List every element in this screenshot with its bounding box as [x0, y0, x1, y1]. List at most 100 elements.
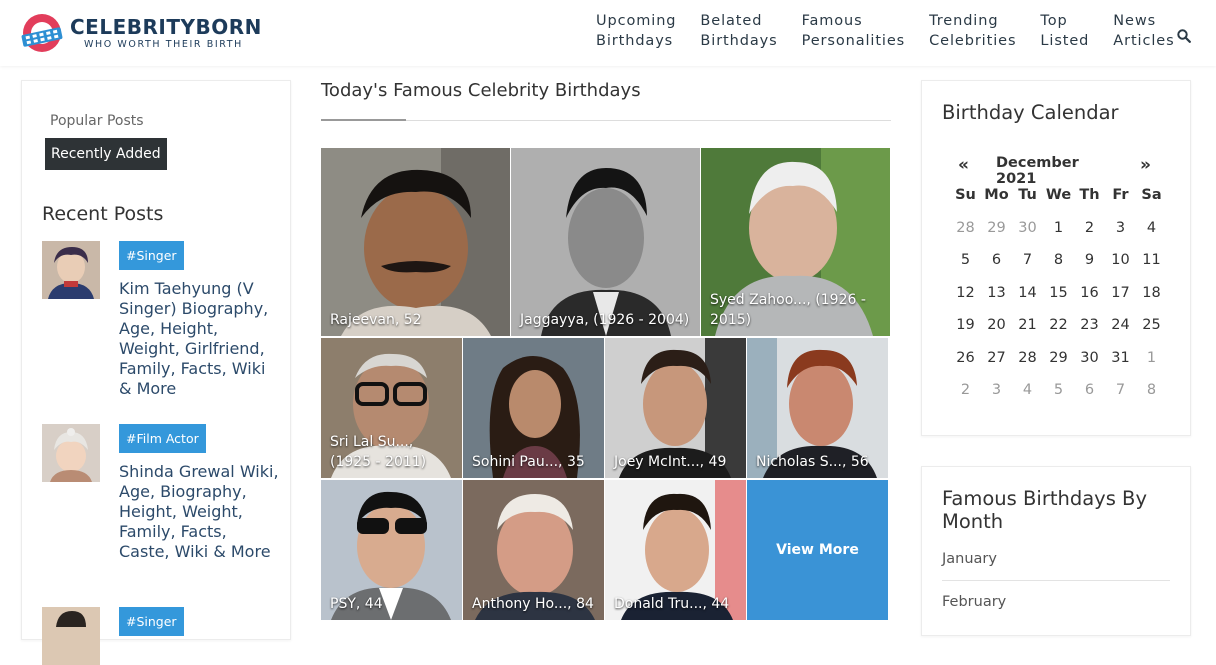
- post-title-link[interactable]: Shinda Grewal Wiki, Age, Biography, Heig…: [119, 462, 279, 562]
- celebrity-tile[interactable]: Nicholas S..., 56: [747, 338, 888, 478]
- calendar-day[interactable]: 30: [1012, 217, 1043, 250]
- calendar-day[interactable]: 31: [1105, 347, 1136, 380]
- celebrity-tile[interactable]: Syed Zahoo..., (1926 - 2015): [701, 148, 890, 336]
- calendar-day[interactable]: 19: [950, 314, 981, 347]
- post-thumbnail[interactable]: [42, 424, 100, 482]
- calendar-day[interactable]: 25: [1136, 314, 1167, 347]
- calendar-next-month[interactable]: »: [1140, 155, 1151, 175]
- celebrity-tile[interactable]: Donald Tru..., 44: [605, 480, 746, 620]
- logo-film-icon: [20, 11, 64, 55]
- month-link-february[interactable]: February: [942, 594, 1170, 610]
- calendar-day[interactable]: 6: [1074, 379, 1105, 412]
- calendar-day[interactable]: 29: [981, 217, 1012, 250]
- search-icon[interactable]: [1177, 28, 1191, 43]
- calendar-day[interactable]: 3: [981, 379, 1012, 412]
- calendar-day[interactable]: 10: [1105, 249, 1136, 282]
- weekday-label: Su: [955, 187, 976, 203]
- celebrity-tile[interactable]: Jaggayya, (1926 - 2004): [511, 148, 700, 336]
- nav-news-articles[interactable]: News Articles: [1113, 11, 1174, 55]
- weekday-label: Th: [1079, 187, 1100, 203]
- nav-upcoming-birthdays[interactable]: Upcoming Birthdays: [596, 11, 676, 55]
- post-category-tag[interactable]: #Singer: [119, 607, 184, 636]
- celebrity-tile[interactable]: Sohini Pau..., 35: [463, 338, 604, 478]
- divider: [942, 580, 1170, 581]
- calendar-day[interactable]: 22: [1043, 314, 1074, 347]
- weekday-label: We: [1045, 187, 1072, 203]
- calendar-day[interactable]: 20: [981, 314, 1012, 347]
- calendar-day[interactable]: 30: [1074, 347, 1105, 380]
- months-widget-title: Famous Birthdays By Month: [942, 487, 1147, 533]
- calendar-day[interactable]: 15: [1043, 282, 1074, 315]
- nav-label: Birthdays: [700, 33, 778, 49]
- nav-label: Belated: [700, 13, 763, 29]
- calendar-day[interactable]: 28: [950, 217, 981, 250]
- celebrity-tile[interactable]: Sri Lal Su..., (1925 - 2011): [321, 338, 462, 478]
- title-divider: [321, 120, 891, 121]
- calendar-day[interactable]: 11: [1136, 249, 1167, 282]
- calendar-week: 28 29 30 1 2 3 4: [950, 217, 1167, 250]
- weekday-label: Sa: [1141, 187, 1162, 203]
- calendar-day[interactable]: 1: [1136, 347, 1167, 380]
- calendar-week: 19 20 21 22 23 24 25: [950, 314, 1167, 347]
- celebrity-tile[interactable]: Joey McInt..., 49: [605, 338, 746, 478]
- weekday-label: Fr: [1112, 187, 1129, 203]
- tab-popular-posts[interactable]: Popular Posts: [50, 113, 144, 129]
- page-title: Today's Famous Celebrity Birthdays: [321, 80, 641, 101]
- calendar-day[interactable]: 6: [981, 249, 1012, 282]
- calendar-day[interactable]: 23: [1074, 314, 1105, 347]
- birthdays-by-month-widget: Famous Birthdays By Month January Februa…: [921, 466, 1191, 636]
- calendar-day[interactable]: 9: [1074, 249, 1105, 282]
- calendar-title: Birthday Calendar: [942, 101, 1119, 124]
- nav-famous-personalities[interactable]: Famous Personalities: [802, 11, 906, 55]
- calendar-day[interactable]: 8: [1136, 379, 1167, 412]
- calendar-day[interactable]: 27: [981, 347, 1012, 380]
- nav-top-listed[interactable]: Top Listed: [1040, 11, 1089, 55]
- calendar-day[interactable]: 24: [1105, 314, 1136, 347]
- calendar-day[interactable]: 8: [1043, 249, 1074, 282]
- calendar-day[interactable]: 29: [1043, 347, 1074, 380]
- calendar-day[interactable]: 12: [950, 282, 981, 315]
- nav-label: Upcoming: [596, 13, 677, 29]
- calendar-day[interactable]: 2: [1074, 217, 1105, 250]
- celebrity-tile[interactable]: PSY, 44: [321, 480, 462, 620]
- calendar-day[interactable]: 18: [1136, 282, 1167, 315]
- celebrity-tile[interactable]: Rajeevan, 52: [321, 148, 510, 336]
- calendar-day[interactable]: 5: [950, 249, 981, 282]
- celebrity-caption: Nicholas S..., 56: [756, 454, 869, 470]
- calendar-day[interactable]: 16: [1074, 282, 1105, 315]
- calendar-day[interactable]: 2: [950, 379, 981, 412]
- calendar-day[interactable]: 4: [1136, 217, 1167, 250]
- calendar-day[interactable]: 14: [1012, 282, 1043, 315]
- calendar-day[interactable]: 13: [981, 282, 1012, 315]
- calendar-day[interactable]: 3: [1105, 217, 1136, 250]
- post-thumbnail[interactable]: [42, 241, 100, 299]
- calendar-day[interactable]: 7: [1105, 379, 1136, 412]
- post-category-tag[interactable]: #Film Actor: [119, 424, 206, 453]
- site-logo[interactable]: CELEBRITYBORN WHO WORTH THEIR BIRTH: [20, 9, 261, 57]
- celebrity-photo: [511, 148, 700, 336]
- calendar-day[interactable]: 1: [1043, 217, 1074, 250]
- calendar-day[interactable]: 26: [950, 347, 981, 380]
- post-category-tag[interactable]: #Singer: [119, 241, 184, 270]
- post-title-link[interactable]: Kim Taehyung (V Singer) Biography, Age, …: [119, 279, 279, 399]
- calendar-day[interactable]: 21: [1012, 314, 1043, 347]
- calendar-day[interactable]: 4: [1012, 379, 1043, 412]
- nav-belated-birthdays[interactable]: Belated Birthdays: [700, 11, 777, 55]
- view-more-button[interactable]: View More: [747, 480, 888, 620]
- recent-posts-heading: Recent Posts: [42, 203, 164, 225]
- calendar-grid: Su Mo Tu We Th Fr Sa 28 29 30 1 2 3 4 5 …: [950, 184, 1167, 412]
- tab-recently-added[interactable]: Recently Added: [45, 138, 167, 170]
- calendar-day[interactable]: 17: [1105, 282, 1136, 315]
- calendar-day[interactable]: 7: [1012, 249, 1043, 282]
- nav-label: Celebrities: [929, 33, 1017, 49]
- post-thumbnail[interactable]: [42, 607, 100, 665]
- celebrity-tile[interactable]: Anthony Ho..., 84: [463, 480, 604, 620]
- title-divider-accent: [321, 119, 406, 121]
- birthday-calendar-widget: Birthday Calendar « December 2021 » Su M…: [921, 80, 1191, 436]
- nav-trending-celebrities[interactable]: Trending Celebrities: [929, 11, 1016, 55]
- calendar-day[interactable]: 5: [1043, 379, 1074, 412]
- calendar-prev-month[interactable]: «: [958, 155, 969, 175]
- month-link-january[interactable]: January: [942, 551, 1170, 567]
- calendar-day[interactable]: 28: [1012, 347, 1043, 380]
- nav-label: Listed: [1040, 33, 1090, 49]
